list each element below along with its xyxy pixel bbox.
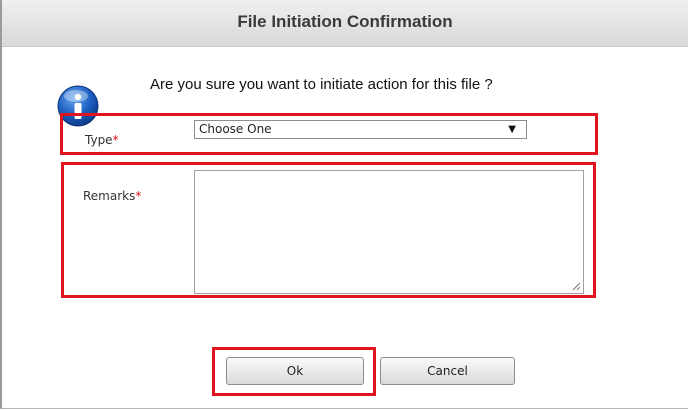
resize-grip-icon[interactable] [571,281,581,291]
cancel-button[interactable]: Cancel [380,357,515,385]
dialog-title: File Initiation Confirmation [237,12,453,31]
type-select[interactable]: Choose One ▼ [194,120,527,139]
remarks-label: Remarks* [83,189,141,203]
type-label-text: Type [85,133,113,147]
dialog-titlebar[interactable]: File Initiation Confirmation [2,0,688,47]
type-label: Type* [85,133,119,147]
chevron-down-icon: ▼ [508,124,516,135]
remarks-required-mark: * [135,189,142,203]
file-initiation-dialog: File Initiation Confirmation Are you sur… [0,0,688,409]
remarks-label-text: Remarks [83,189,136,203]
remarks-textarea[interactable] [194,170,584,294]
type-required-mark: * [112,133,119,147]
confirmation-question: Are you sure you want to initiate action… [150,76,493,93]
ok-button[interactable]: Ok [226,357,364,385]
type-select-value: Choose One [199,122,272,136]
